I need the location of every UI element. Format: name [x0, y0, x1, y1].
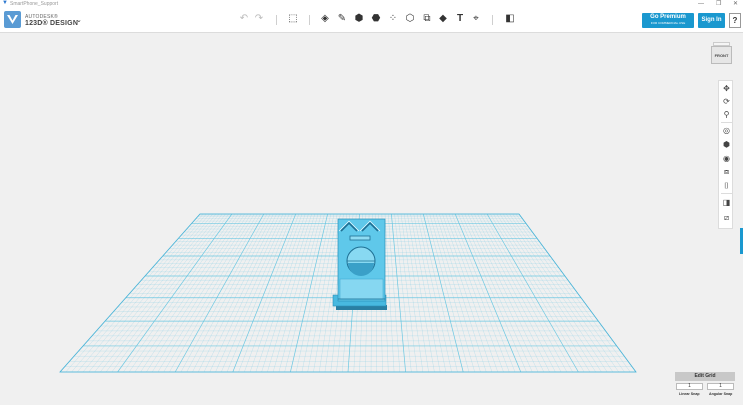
toolbar-divider [309, 15, 310, 25]
help-button[interactable]: ? [729, 13, 741, 28]
app-menu-chevron-down-icon[interactable]: ⌄ [76, 16, 82, 24]
view-cube-front-face[interactable]: FRONT [711, 46, 732, 64]
fit-icon[interactable]: ◎ [720, 125, 733, 136]
minimize-icon[interactable]: — [698, 0, 704, 8]
nav-divider [721, 122, 732, 123]
construct-tool-icon[interactable]: ⬢ [352, 12, 366, 26]
nav-divider [721, 193, 732, 194]
snap-tool-icon[interactable]: ⌖ [469, 12, 483, 26]
material-tool-icon[interactable]: ◧ [503, 12, 517, 26]
pan-icon[interactable]: ✥ [720, 83, 733, 94]
edit-grid-button[interactable]: Edit Grid [675, 372, 735, 381]
go-premium-button[interactable]: Go Premium FOR COMMERCIAL USE [642, 13, 694, 28]
outline-icon[interactable]: ⧄ [720, 212, 733, 223]
transform-tool-icon[interactable]: ⬚ [286, 12, 300, 26]
camera-icon[interactable]: ⌷ [720, 180, 733, 191]
go-premium-label: Go Premium [650, 14, 686, 20]
toolbar-divider [492, 15, 493, 25]
window-titlebar: ▼ SmartPhone_Support — ❐ ✕ [0, 0, 743, 8]
grouping-icon[interactable]: ⧈ [720, 166, 733, 177]
modify-tool-icon[interactable]: ⬣ [369, 12, 383, 26]
view-cube[interactable]: FRONT [711, 42, 732, 66]
linear-snap-field[interactable]: 1 [676, 383, 703, 390]
model-slot [349, 235, 371, 241]
orbit-icon[interactable]: ⟳ [720, 96, 733, 107]
main-toolbar: AUTODESK® 123D® DESIGN ⌄ ↶ ↷ ⬚ ◈ ✎ ⬢ ⬣ ⁘… [0, 8, 743, 33]
toolbar-divider [276, 15, 277, 25]
angular-snap-label: Angular Snap [709, 392, 733, 396]
combine-tool-icon[interactable]: ⧉ [420, 12, 434, 26]
sign-in-button[interactable]: Sign In [698, 13, 725, 28]
scene-canvas[interactable] [0, 33, 743, 400]
zoom-icon[interactable]: ⚲ [720, 109, 733, 120]
view-mode-icon[interactable]: ⬢ [720, 139, 733, 150]
window-title: SmartPhone_Support [10, 1, 59, 7]
visibility-icon[interactable]: ◉ [720, 153, 733, 164]
undo-icon[interactable]: ↶ [237, 12, 251, 26]
app-logo-icon[interactable] [4, 11, 21, 28]
navigation-bar: ✥ ⟳ ⚲ ◎ ⬢ ◉ ⧈ ⌷ ◨ ⧄ [718, 80, 733, 229]
primitives-tool-icon[interactable]: ◈ [318, 12, 332, 26]
go-premium-sublabel: FOR COMMERCIAL USE [650, 21, 686, 25]
text-tool-icon[interactable]: T [453, 12, 467, 26]
sketch-tool-icon[interactable]: ✎ [335, 12, 349, 26]
measure-tool-icon[interactable]: ◆ [436, 12, 450, 26]
close-icon[interactable]: ✕ [733, 0, 738, 8]
brand-line-2: 123D® DESIGN [25, 20, 79, 27]
angular-snap-field[interactable]: 1 [707, 383, 734, 390]
model-lower-panel [339, 278, 384, 300]
maximize-icon[interactable]: ❐ [716, 0, 721, 8]
autodesk-v-icon: ▼ [2, 0, 8, 6]
linear-snap-label: Linear Snap [679, 392, 700, 396]
phone-support-model[interactable] [332, 218, 387, 310]
pattern-tool-icon[interactable]: ⁘ [386, 12, 400, 26]
redo-icon[interactable]: ↷ [252, 12, 266, 26]
3d-viewport[interactable] [0, 33, 743, 400]
materials-icon[interactable]: ◨ [720, 197, 733, 208]
group-tool-icon[interactable]: ⬡ [403, 12, 417, 26]
